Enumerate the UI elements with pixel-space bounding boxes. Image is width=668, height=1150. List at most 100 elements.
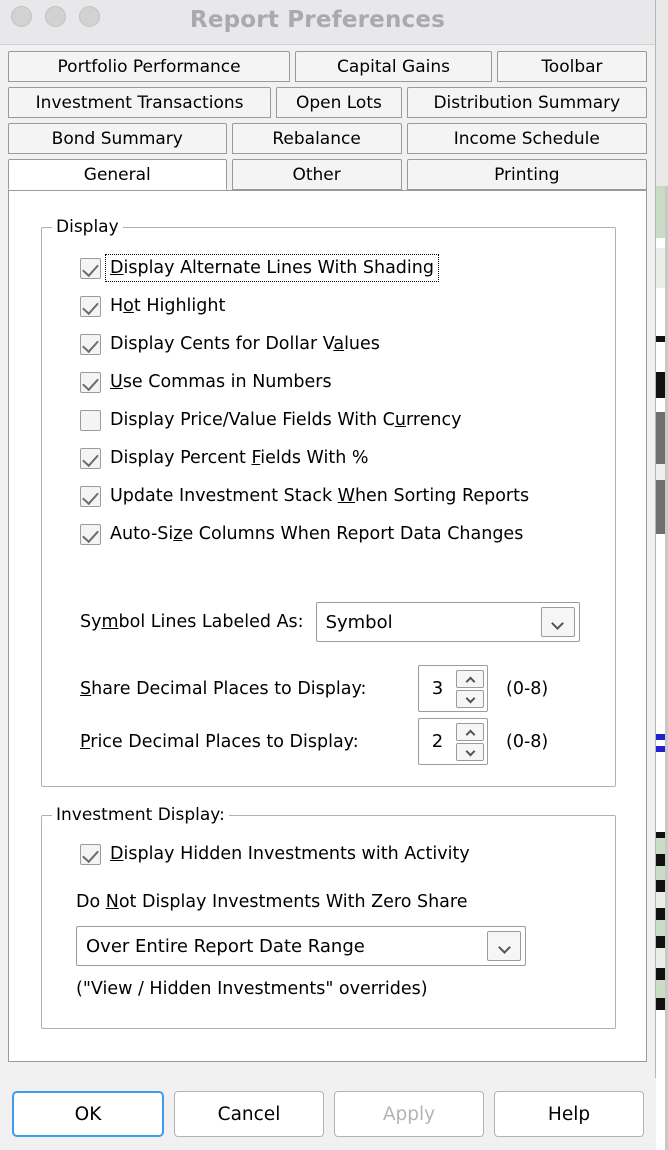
tab-bond-summary[interactable]: Bond Summary	[8, 123, 227, 154]
checkbox-box-icon[interactable]	[80, 409, 101, 431]
investment-group-title: Investment Display:	[52, 805, 229, 825]
checkbox-label: Display Price/Value Fields With Currency	[110, 410, 462, 430]
tab-label: Distribution Summary	[433, 92, 621, 113]
share-decimal-stepper[interactable]: 3	[418, 665, 488, 712]
checkbox-label-post: hen Sorting Reports	[354, 486, 530, 506]
tab-other[interactable]: Other	[231, 159, 402, 190]
zero-share-label-pre: Do	[76, 892, 106, 912]
tab-label: Portfolio Performance	[57, 56, 241, 77]
tab-row-3: Bond Summary Rebalance Income Schedule	[0, 123, 655, 154]
tab-toolbar[interactable]: Toolbar	[496, 51, 647, 82]
checkbox-box-icon[interactable]	[80, 333, 101, 355]
checkbox-display-hidden-investments[interactable]: Display Hidden Investments with Activity	[80, 840, 470, 868]
price-decimal-increment-icon[interactable]	[456, 722, 484, 741]
investment-display-groupbox: Investment Display: Display Hidden Inves…	[41, 805, 616, 1029]
tab-income-schedule[interactable]: Income Schedule	[406, 123, 647, 154]
tab-row-2: Investment Transactions Open Lots Distribu…	[0, 87, 655, 118]
price-decimal-label-mnemonic: P	[80, 731, 91, 752]
ok-button[interactable]: OK	[12, 1091, 164, 1137]
price-decimal-label-post: rice Decimal Places to Display:	[90, 731, 359, 752]
checkbox-label-pre: Auto-Si	[110, 524, 174, 544]
tab-label: Capital Gains	[337, 56, 450, 77]
zero-share-combobox[interactable]: Over Entire Report Date Range	[76, 926, 526, 966]
tab-open-lots[interactable]: Open Lots	[276, 87, 402, 118]
checkbox-label-post: isplay Hidden Investments with Activity	[123, 844, 470, 864]
checkbox-label-mnemonic: o	[123, 296, 134, 316]
general-tab-panel: Display Display Alternate Lines With Sha…	[8, 190, 647, 1062]
checkbox-box-icon[interactable]	[80, 257, 101, 279]
symbol-lines-label: Symbol Lines Labeled As:	[80, 612, 304, 632]
checkbox-row-3[interactable]: Use Commas in Numbers	[80, 368, 332, 396]
checkbox-label: Hot Highlight	[110, 296, 225, 316]
checkbox-label-mnemonic: U	[110, 372, 123, 392]
investment-override-note: ("View / Hidden Investments" overrides)	[76, 979, 428, 999]
checkbox-row-0[interactable]: Display Alternate Lines With Shading	[80, 254, 439, 282]
tab-label: Rebalance	[272, 128, 361, 149]
symbol-lines-combobox[interactable]: Symbol	[315, 602, 580, 642]
checkbox-box-icon[interactable]	[80, 295, 101, 317]
checkbox-label-post: rrency	[405, 410, 462, 430]
help-button[interactable]: Help	[494, 1091, 644, 1137]
zero-share-label-mnemonic: N	[105, 892, 119, 912]
checkbox-row-1[interactable]: Hot Highlight	[80, 292, 225, 320]
tab-investment-transactions[interactable]: Investment Transactions	[8, 87, 272, 118]
checkbox-label-post: ields With %	[260, 448, 369, 468]
tab-printing[interactable]: Printing	[406, 159, 647, 190]
tab-distribution-summary[interactable]: Distribution Summary	[406, 87, 647, 118]
checkbox-label-post: se Commas in Numbers	[122, 372, 332, 392]
tab-row-4: General Other Printing	[0, 159, 655, 190]
cancel-button[interactable]: Cancel	[174, 1091, 324, 1137]
share-decimal-label-post: hare Decimal Places to Display:	[91, 678, 367, 699]
display-groupbox: Display Display Alternate Lines With Sha…	[41, 217, 616, 787]
symbol-lines-label-post: bol Lines Labeled As:	[118, 612, 304, 632]
checkbox-row-6[interactable]: Update Investment Stack When Sorting Rep…	[80, 482, 529, 510]
dialog-footer: OK Cancel Apply Help	[0, 1078, 656, 1150]
checkbox-box-icon[interactable]	[80, 523, 101, 545]
checkbox-label: Display Hidden Investments with Activity	[110, 844, 470, 864]
report-preferences-dialog: Report Preferences Portfolio Performance…	[0, 0, 656, 1150]
share-decimal-value: 3	[431, 678, 444, 699]
checkbox-box-icon[interactable]	[80, 843, 101, 865]
checkbox-box-icon[interactable]	[80, 485, 101, 507]
checkbox-box-icon[interactable]	[80, 371, 101, 393]
checkbox-row-4[interactable]: Display Price/Value Fields With Currency	[80, 406, 462, 434]
price-decimal-decrement-icon[interactable]	[456, 742, 484, 761]
tab-capital-gains[interactable]: Capital Gains	[295, 51, 492, 82]
apply-button: Apply	[334, 1091, 484, 1137]
zero-share-label: Do Not Display Investments With Zero Sha…	[76, 892, 467, 912]
tab-strip: Portfolio Performance Capital Gains Toolba…	[0, 45, 655, 190]
checkbox-label-post: t Highlight	[133, 296, 226, 316]
tab-portfolio-performance[interactable]: Portfolio Performance	[8, 51, 291, 82]
checkbox-box-icon[interactable]	[80, 447, 101, 469]
share-decimal-range-hint: (0-8)	[506, 678, 549, 699]
share-decimal-increment-icon[interactable]	[456, 669, 484, 688]
tab-label: Other	[292, 164, 341, 185]
tab-rebalance[interactable]: Rebalance	[231, 123, 402, 154]
tab-general[interactable]: General	[8, 159, 227, 190]
window-title: Report Preferences	[189, 7, 446, 33]
display-group-title: Display	[52, 217, 123, 237]
tab-label: Open Lots	[295, 92, 382, 113]
tab-label: Bond Summary	[51, 128, 183, 149]
symbol-lines-value: Symbol	[325, 611, 393, 633]
checkbox-row-2[interactable]: Display Cents for Dollar Values	[80, 330, 380, 358]
symbol-lines-label-pre: Sy	[80, 612, 102, 632]
price-decimal-stepper[interactable]: 2	[418, 718, 488, 765]
share-decimal-label: Share Decimal Places to Display:	[80, 679, 418, 699]
tab-label: Investment Transactions	[35, 92, 244, 113]
zero-share-label-post: ot Display Investments With Zero Share	[118, 892, 468, 912]
checkbox-row-7[interactable]: Auto-Size Columns When Report Data Chang…	[80, 520, 523, 548]
price-decimal-row: Price Decimal Places to Display: 2 (0-8)	[80, 718, 599, 765]
checkbox-label-pre: Update Investment Stack	[110, 486, 338, 506]
tab-row-1: Portfolio Performance Capital Gains Toolba…	[0, 51, 655, 82]
checkbox-label: Auto-Size Columns When Report Data Chang…	[110, 524, 523, 544]
price-decimal-label: Price Decimal Places to Display:	[80, 732, 418, 752]
chevron-down-icon[interactable]	[540, 607, 575, 637]
checkbox-label-mnemonic: a	[333, 334, 345, 354]
share-decimal-decrement-icon[interactable]	[456, 689, 484, 708]
chevron-down-icon[interactable]	[487, 931, 521, 961]
checkbox-label: Display Alternate Lines With Shading	[105, 254, 439, 282]
checkbox-label-mnemonic: D	[110, 258, 124, 278]
checkbox-label-mnemonic: D	[110, 844, 124, 864]
checkbox-row-5[interactable]: Display Percent Fields With %	[80, 444, 369, 472]
